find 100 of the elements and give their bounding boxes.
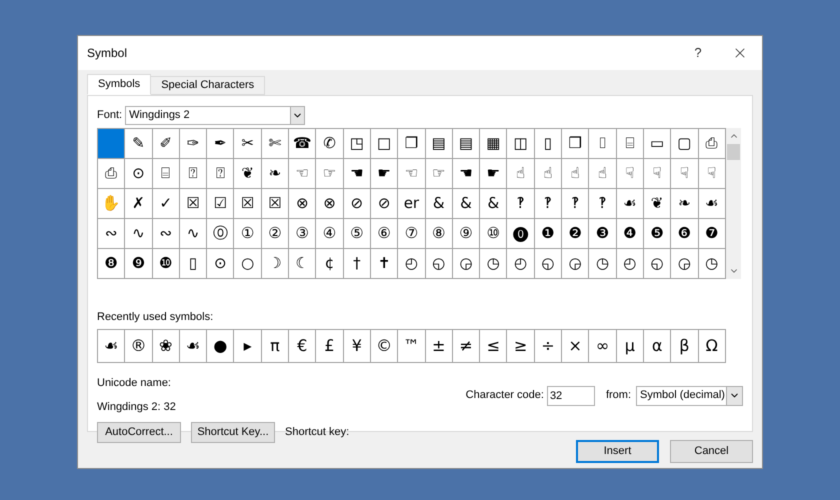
symbol-cell[interactable]: ③ xyxy=(289,219,316,249)
insert-button[interactable]: Insert xyxy=(576,440,659,463)
symbol-cell[interactable]: ✑ xyxy=(180,129,208,159)
symbol-cell[interactable]: ▭ xyxy=(644,129,672,159)
recent-symbol[interactable]: ÷ xyxy=(534,330,562,362)
symbol-cell[interactable]: ⍰ xyxy=(207,159,234,189)
symbol-cell[interactable]: ⑦ xyxy=(398,219,426,249)
symbol-cell[interactable]: ① xyxy=(234,219,262,249)
symbol-cell[interactable]: ▢ xyxy=(671,129,699,159)
symbol-cell[interactable]: ⊘ xyxy=(370,189,398,219)
symbol-cell[interactable]: ◶ xyxy=(452,249,480,279)
symbol-cell[interactable]: ❒ xyxy=(562,129,590,159)
symbol-cell[interactable]: ‽ xyxy=(534,189,562,219)
symbol-cell[interactable]: ☟ xyxy=(671,159,699,189)
recent-symbol[interactable]: © xyxy=(370,330,398,362)
symbol-cell[interactable]: ☝ xyxy=(507,159,535,189)
symbol-cell[interactable] xyxy=(98,129,126,159)
symbol-cell[interactable]: ⌷ xyxy=(589,129,617,159)
symbol-cell[interactable]: ◳ xyxy=(344,129,371,159)
symbol-cell[interactable]: ⍰ xyxy=(180,159,208,189)
symbol-cell[interactable]: ◫ xyxy=(507,129,535,159)
symbol-cell[interactable]: ☟ xyxy=(644,159,672,189)
recent-symbol[interactable]: ≤ xyxy=(480,330,508,362)
symbol-cell[interactable]: ⌸ xyxy=(616,129,644,159)
symbol-cell[interactable]: ❦ xyxy=(644,189,672,219)
symbol-cell[interactable]: ⊘ xyxy=(344,189,371,219)
symbol-cell[interactable]: ○ xyxy=(234,249,262,279)
symbol-cell[interactable]: ❧ xyxy=(262,159,290,189)
symbol-cell[interactable]: ¢ xyxy=(316,249,344,279)
recent-symbol[interactable]: ● xyxy=(207,330,234,362)
symbol-cell[interactable]: ☽ xyxy=(262,249,290,279)
symbol-cell[interactable]: & xyxy=(452,189,480,219)
symbol-cell[interactable]: & xyxy=(426,189,453,219)
autocorrect-button[interactable]: AutoCorrect... xyxy=(97,422,181,442)
symbol-cell[interactable]: ☝ xyxy=(589,159,617,189)
symbol-cell[interactable]: ☒ xyxy=(234,189,262,219)
symbol-cell[interactable]: ✂ xyxy=(234,129,262,159)
symbol-cell[interactable]: ❼ xyxy=(698,219,726,249)
symbol-cell[interactable]: ☒ xyxy=(180,189,208,219)
scrollbar[interactable] xyxy=(726,128,741,279)
symbol-cell[interactable]: ◷ xyxy=(589,249,617,279)
symbol-cell[interactable]: ❧ xyxy=(671,189,699,219)
symbol-cell[interactable]: ⎙ xyxy=(98,159,126,189)
symbol-cell[interactable]: ⊗ xyxy=(289,189,316,219)
symbol-cell[interactable]: ‽ xyxy=(589,189,617,219)
symbol-cell[interactable]: ✄ xyxy=(262,129,290,159)
symbol-cell[interactable]: ✒ xyxy=(207,129,234,159)
symbol-cell[interactable]: ☚ xyxy=(344,159,371,189)
symbol-cell[interactable]: ⓿ xyxy=(507,219,535,249)
symbol-cell[interactable]: ⊗ xyxy=(316,189,344,219)
character-code-field[interactable]: 32 xyxy=(546,386,595,406)
symbol-cell[interactable]: ‽ xyxy=(562,189,590,219)
symbol-cell[interactable]: ▯ xyxy=(534,129,562,159)
symbol-cell[interactable]: ☜ xyxy=(398,159,426,189)
symbol-cell[interactable]: ▦ xyxy=(480,129,508,159)
symbol-cell[interactable]: ❺ xyxy=(644,219,672,249)
recent-symbol[interactable]: ❀ xyxy=(152,330,180,362)
symbol-cell[interactable]: ◶ xyxy=(562,249,590,279)
symbol-cell[interactable]: ◵ xyxy=(644,249,672,279)
scroll-thumb[interactable] xyxy=(727,144,740,160)
recent-symbol[interactable]: × xyxy=(562,330,590,362)
symbol-cell[interactable]: ☙ xyxy=(616,189,644,219)
symbol-cell[interactable]: † xyxy=(344,249,371,279)
symbol-cell[interactable]: ⊙ xyxy=(207,249,234,279)
recent-symbol[interactable]: ≥ xyxy=(507,330,535,362)
symbol-cell[interactable]: ❿ xyxy=(152,249,180,279)
symbol-cell[interactable]: ◷ xyxy=(698,249,726,279)
symbol-cell[interactable]: ☎ xyxy=(289,129,316,159)
symbol-cell[interactable]: ☞ xyxy=(426,159,453,189)
recent-symbol[interactable]: π xyxy=(262,330,290,362)
tab[interactable]: Special Characters xyxy=(151,76,266,95)
symbol-cell[interactable]: ⑧ xyxy=(426,219,453,249)
symbol-cell[interactable]: ∾ xyxy=(98,219,126,249)
symbol-cell[interactable]: ‽ xyxy=(507,189,535,219)
symbol-cell[interactable]: ∿ xyxy=(125,219,153,249)
symbol-cell[interactable]: ∾ xyxy=(152,219,180,249)
symbol-cell[interactable]: ✆ xyxy=(316,129,344,159)
recent-symbol[interactable]: ▸ xyxy=(234,330,262,362)
symbol-cell[interactable]: ⑩ xyxy=(480,219,508,249)
symbol-cell[interactable]: ✗ xyxy=(125,189,153,219)
symbol-cell[interactable]: ❷ xyxy=(562,219,590,249)
symbol-cell[interactable]: □ xyxy=(370,129,398,159)
symbol-cell[interactable]: ❾ xyxy=(125,249,153,279)
symbol-cell[interactable]: ☚ xyxy=(452,159,480,189)
symbol-cell[interactable]: ▯ xyxy=(180,249,208,279)
symbol-cell[interactable]: ◶ xyxy=(671,249,699,279)
symbol-cell[interactable]: ❽ xyxy=(98,249,126,279)
symbol-cell[interactable]: ☒ xyxy=(262,189,290,219)
symbol-cell[interactable]: ❶ xyxy=(534,219,562,249)
shortcut-key-button[interactable]: Shortcut Key... xyxy=(191,422,275,442)
symbol-cell[interactable]: ☟ xyxy=(616,159,644,189)
symbol-cell[interactable]: ☛ xyxy=(480,159,508,189)
symbol-cell[interactable]: & xyxy=(480,189,508,219)
recent-symbol[interactable]: β xyxy=(671,330,699,362)
symbol-cell[interactable]: ② xyxy=(262,219,290,249)
symbol-cell[interactable]: ✓ xyxy=(152,189,180,219)
symbol-cell[interactable]: ⌸ xyxy=(152,159,180,189)
symbol-cell[interactable]: ❻ xyxy=(671,219,699,249)
symbol-cell[interactable]: ⑥ xyxy=(370,219,398,249)
symbol-cell[interactable]: ❹ xyxy=(616,219,644,249)
